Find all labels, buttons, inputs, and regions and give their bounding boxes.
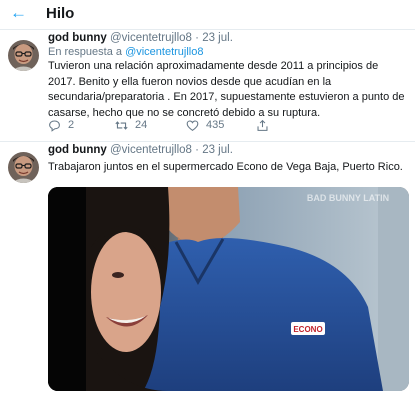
media-watermark: BAD BUNNY LATIN <box>307 193 389 203</box>
reply-icon <box>49 120 60 132</box>
like-button[interactable]: 435 <box>186 118 224 132</box>
author-name[interactable]: god bunny <box>48 144 107 156</box>
author-handle[interactable]: @vicentetrujllo8 <box>110 144 192 156</box>
author-name[interactable]: god bunny <box>48 32 107 44</box>
tweet-header: god bunny @vicentetrujllo8 · 23 jul. <box>48 32 233 44</box>
retweet-count: 24 <box>135 119 148 131</box>
shirt-logo: ECONO <box>293 325 322 334</box>
tweet-date[interactable]: · 23 jul. <box>195 144 233 156</box>
like-count: 435 <box>206 119 225 131</box>
tweet[interactable]: god bunny @vicentetrujllo8 · 23 jul. Tra… <box>0 142 415 400</box>
tweet-text: Tuvieron una relación aproximadamente de… <box>48 60 405 119</box>
tweet-actions: 2 24 435 <box>48 118 288 132</box>
tweet-text: Trabajaron juntos en el supermercado Eco… <box>48 161 403 173</box>
page-title: Hilo <box>46 5 75 22</box>
thread-header: ← Hilo <box>0 0 415 30</box>
tweet-media-photo[interactable]: ECONO BAD BUNNY LATIN <box>48 187 409 391</box>
reply-to-link[interactable]: @vicentetrujllo8 <box>125 46 203 58</box>
heart-icon <box>186 120 199 131</box>
reply-count: 2 <box>68 119 75 131</box>
avatar[interactable] <box>8 40 39 71</box>
arrow-left-icon[interactable]: ← <box>10 4 28 21</box>
reply-context: En respuesta a @vicentetrujllo8 <box>48 46 204 58</box>
reply-button[interactable]: 2 <box>48 118 74 132</box>
avatar[interactable] <box>8 152 39 183</box>
tweet[interactable]: god bunny @vicentetrujllo8 · 23 jul. En … <box>0 30 415 142</box>
author-handle[interactable]: @vicentetrujllo8 <box>110 32 192 44</box>
retweet-button[interactable]: 24 <box>115 118 147 132</box>
reply-prefix: En respuesta a <box>48 46 122 58</box>
share-icon <box>257 119 268 131</box>
retweet-icon <box>115 120 128 130</box>
tweet-header: god bunny @vicentetrujllo8 · 23 jul. <box>48 144 233 156</box>
share-button[interactable] <box>256 118 269 132</box>
tweet-date[interactable]: · 23 jul. <box>195 32 233 44</box>
